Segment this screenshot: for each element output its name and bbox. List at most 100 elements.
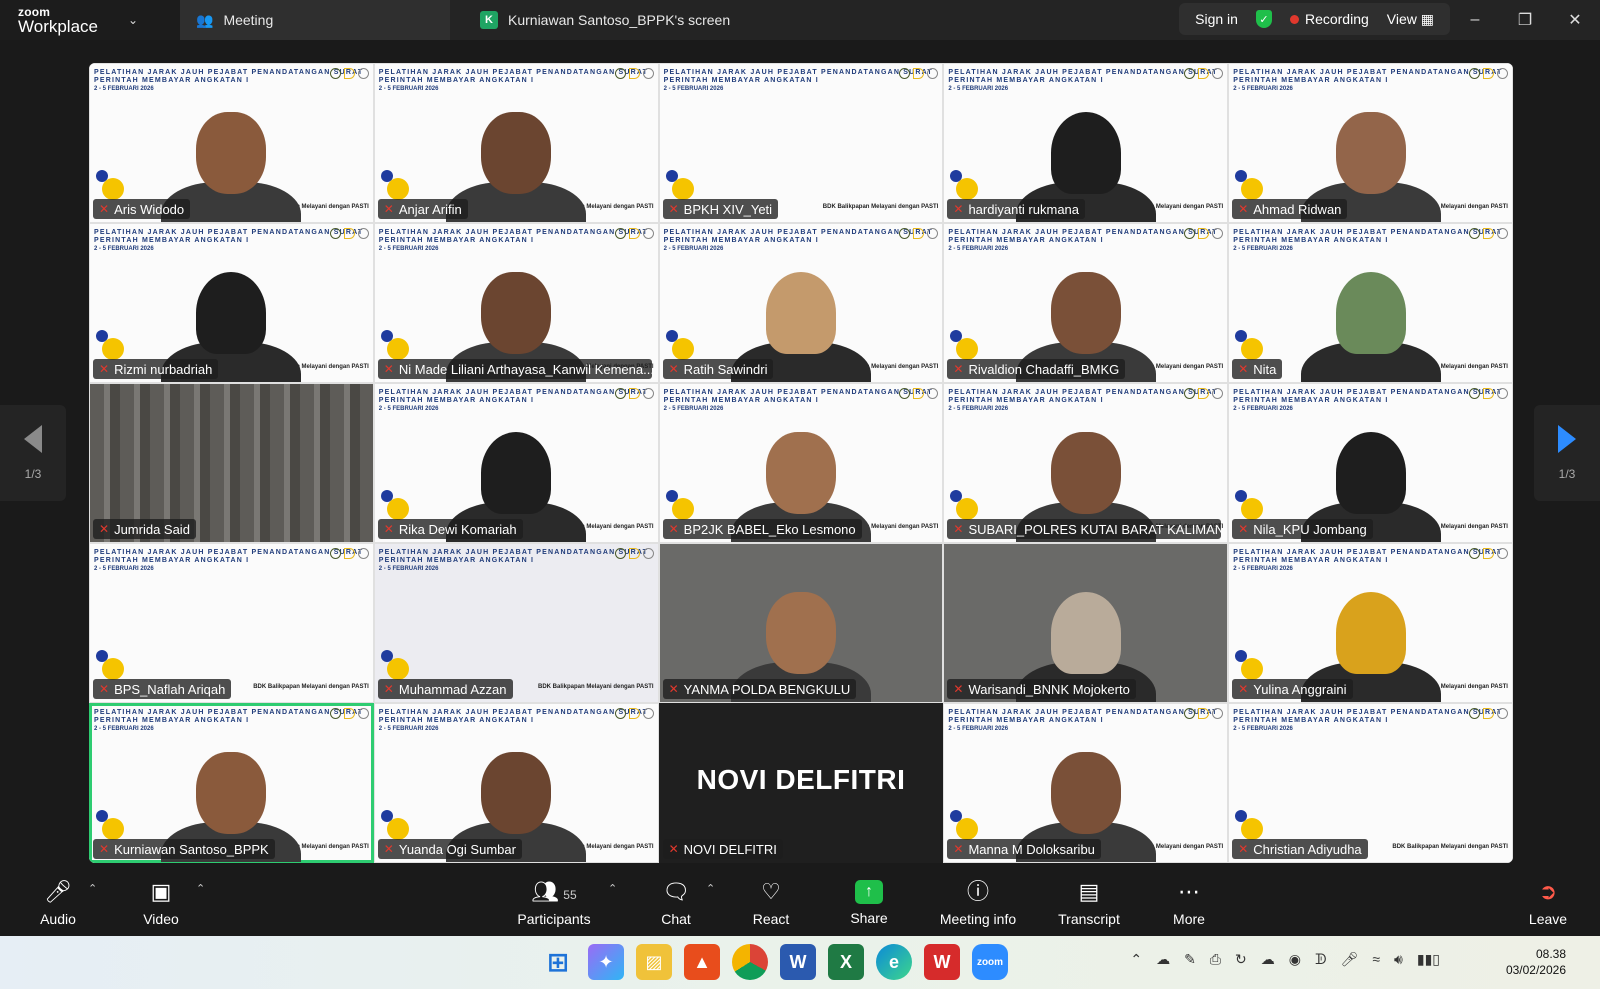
- excel-icon[interactable]: X: [828, 944, 864, 980]
- cloud-off-icon[interactable]: ☁: [1261, 951, 1275, 968]
- close-icon[interactable]: ✕: [1550, 0, 1600, 40]
- volume-icon[interactable]: 🔊︎: [1394, 951, 1403, 968]
- participant-name-tag: ✕ YANMA POLDA BENGKULU: [662, 679, 857, 699]
- participant-tile[interactable]: PELATIHAN JARAK JAUH PEJABAT PENANDATANG…: [658, 223, 944, 383]
- video-button[interactable]: ▣ Video: [136, 870, 186, 936]
- tab-meeting[interactable]: 👥 Meeting: [180, 0, 450, 40]
- video-options-caret-icon[interactable]: ⌃: [196, 882, 205, 895]
- react-button[interactable]: ♡ React: [750, 870, 792, 936]
- minimize-icon[interactable]: –: [1450, 0, 1500, 40]
- participant-tile[interactable]: PELATIHAN JARAK JAUH PEJABAT PENANDATANG…: [943, 383, 1229, 543]
- more-button[interactable]: ⋯ More: [1168, 870, 1210, 936]
- security-icon[interactable]: ◉: [1289, 951, 1301, 968]
- participant-tile[interactable]: PELATIHAN JARAK JAUH PEJABAT PENANDATANG…: [943, 223, 1229, 383]
- participant-name-tag: ✕ Ratih Sawindri: [662, 359, 774, 379]
- wifi-icon[interactable]: ≈: [1372, 951, 1380, 968]
- mic-tray-icon[interactable]: 🎤︎: [1341, 951, 1359, 968]
- zoom-taskbar-icon[interactable]: zoom: [972, 944, 1008, 980]
- file-explorer-icon[interactable]: ▨: [636, 944, 672, 980]
- participant-tile[interactable]: ✕ Jumrida Said: [89, 383, 374, 543]
- chat-button[interactable]: 🗨︎ Chat: [656, 870, 696, 936]
- copilot-icon[interactable]: ✦: [588, 944, 624, 980]
- participant-name: Warisandi_BNNK Mojokerto: [968, 681, 1130, 697]
- participant-tile[interactable]: PELATIHAN JARAK JAUH PEJABAT PENANDATANG…: [1228, 223, 1513, 383]
- microphone-muted-icon: ✕: [99, 842, 110, 856]
- participant-name-tag: ✕ Christian Adiyudha: [1232, 839, 1368, 859]
- word-icon[interactable]: W: [780, 944, 816, 980]
- previous-page-button[interactable]: 1/3: [0, 405, 66, 501]
- pdf-reader-icon[interactable]: ▲: [684, 944, 720, 980]
- show-hidden-icons-icon[interactable]: ⌃: [1130, 951, 1142, 968]
- institution-logos-icon: [614, 68, 654, 79]
- slide-date: 2 - 5 FEBRUARI 2026: [948, 726, 1009, 732]
- printer-icon[interactable]: ⎙: [1210, 951, 1221, 968]
- participant-name: Rika Dewi Komariah: [398, 521, 517, 537]
- participants-options-caret-icon[interactable]: ⌃: [608, 882, 617, 895]
- decoration-circle: [1241, 178, 1264, 200]
- participants-button[interactable]: 👥︎ 55 Participants: [514, 870, 594, 936]
- leave-button[interactable]: ➲ Leave: [1526, 870, 1570, 936]
- zoom-workplace-menu[interactable]: zoom Workplace ⌄: [0, 0, 180, 40]
- pen-icon[interactable]: ✎: [1184, 951, 1196, 968]
- slide-banner: PELATIHAN JARAK JAUH PEJABAT PENANDATANG…: [1233, 69, 1503, 85]
- recording-indicator[interactable]: Recording: [1289, 11, 1369, 27]
- windows-start-icon[interactable]: ⊞: [540, 944, 576, 980]
- restore-icon[interactable]: ❐: [1500, 0, 1550, 40]
- participant-tile[interactable]: PELATIHAN JARAK JAUH PEJABAT PENANDATANG…: [373, 543, 659, 703]
- onedrive-icon[interactable]: ☁: [1156, 951, 1170, 968]
- participant-tile[interactable]: PELATIHAN JARAK JAUH PEJABAT PENANDATANG…: [89, 63, 374, 223]
- participant-tile[interactable]: PELATIHAN JARAK JAUH PEJABAT PENANDATANG…: [658, 383, 944, 543]
- institution-logos-icon: [1184, 708, 1224, 719]
- security-shield-icon[interactable]: ✓: [1255, 10, 1272, 28]
- audio-button[interactable]: 🎤︎ Audio: [36, 870, 80, 936]
- participant-tile[interactable]: PELATIHAN JARAK JAUH PEJABAT PENANDATANG…: [1228, 543, 1513, 703]
- chevron-down-icon[interactable]: ⌄: [128, 13, 138, 27]
- participant-tile[interactable]: PELATIHAN JARAK JAUH PEJABAT PENANDATANG…: [373, 383, 659, 543]
- participant-tile[interactable]: PELATIHAN JARAK JAUH PEJABAT PENANDATANG…: [373, 703, 659, 863]
- chat-options-caret-icon[interactable]: ⌃: [706, 882, 715, 895]
- edge-icon[interactable]: e: [876, 944, 912, 980]
- microphone-muted-icon: ✕: [99, 682, 110, 696]
- participant-tile[interactable]: PELATIHAN JARAK JAUH PEJABAT PENANDATANG…: [373, 223, 659, 383]
- chat-bubble-icon: 🗨︎: [662, 879, 690, 904]
- participant-tile[interactable]: NOVI DELFITRI ✕ NOVI DELFITRI: [658, 703, 944, 863]
- microphone-muted-icon: ✕: [668, 842, 679, 856]
- view-button[interactable]: View ▦: [1387, 11, 1434, 28]
- participant-name-tag: ✕ Rika Dewi Komariah: [377, 519, 523, 539]
- participant-tile[interactable]: PELATIHAN JARAK JAUH PEJABAT PENANDATANG…: [1228, 383, 1513, 543]
- participant-tile[interactable]: PELATIHAN JARAK JAUH PEJABAT PENANDATANG…: [89, 543, 374, 703]
- next-page-button[interactable]: 1/3: [1534, 405, 1600, 501]
- decoration-circle: [102, 658, 124, 680]
- participant-tile[interactable]: PELATIHAN JARAK JAUH PEJABAT PENANDATANG…: [1228, 63, 1513, 223]
- participant-name-tag: ✕ NOVI DELFITRI: [662, 839, 783, 859]
- presenter-avatar-icon: K: [480, 11, 498, 29]
- page-indicator-left: 1/3: [24, 467, 42, 481]
- institution-logos-icon: [614, 228, 654, 239]
- meeting-info-button[interactable]: ⓘ Meeting info: [938, 870, 1018, 936]
- institution-logos-icon: [329, 68, 369, 79]
- participant-tile[interactable]: ✕ Warisandi_BNNK Mojokerto: [943, 543, 1229, 703]
- microphone-muted-icon: ✕: [383, 522, 394, 536]
- wps-office-icon[interactable]: W: [924, 944, 960, 980]
- chrome-icon[interactable]: [732, 944, 768, 980]
- system-clock[interactable]: 08.38 03/02/2026: [1506, 946, 1566, 978]
- tab-shared-screen[interactable]: K Kurniawan Santoso_BPPK's screen: [450, 0, 746, 40]
- participants-label: Participants: [517, 911, 591, 927]
- participant-tile[interactable]: PELATIHAN JARAK JAUH PEJABAT PENANDATANG…: [89, 703, 374, 863]
- participant-tile[interactable]: PELATIHAN JARAK JAUH PEJABAT PENANDATANG…: [373, 63, 659, 223]
- audio-options-caret-icon[interactable]: ⌃: [88, 882, 97, 895]
- participant-tile[interactable]: PELATIHAN JARAK JAUH PEJABAT PENANDATANG…: [1228, 703, 1513, 863]
- slide-banner: PELATIHAN JARAK JAUH PEJABAT PENANDATANG…: [1233, 709, 1503, 725]
- participant-tile[interactable]: ✕ YANMA POLDA BENGKULU: [658, 543, 944, 703]
- slide-date: 2 - 5 FEBRUARI 2026: [948, 406, 1009, 412]
- participant-tile[interactable]: PELATIHAN JARAK JAUH PEJABAT PENANDATANG…: [658, 63, 944, 223]
- sign-in-button[interactable]: Sign in: [1195, 11, 1238, 27]
- participant-tile[interactable]: PELATIHAN JARAK JAUH PEJABAT PENANDATANG…: [943, 63, 1229, 223]
- participant-tile[interactable]: PELATIHAN JARAK JAUH PEJABAT PENANDATANG…: [943, 703, 1229, 863]
- bluetooth-icon[interactable]: ᗫ: [1315, 951, 1327, 968]
- participant-tile[interactable]: PELATIHAN JARAK JAUH PEJABAT PENANDATANG…: [89, 223, 374, 383]
- battery-icon[interactable]: ▮▮▯: [1417, 951, 1440, 968]
- share-button[interactable]: ↑ Share: [848, 870, 890, 936]
- transcript-button[interactable]: ▤ Transcript: [1056, 870, 1122, 936]
- sync-icon[interactable]: ↻: [1235, 951, 1247, 968]
